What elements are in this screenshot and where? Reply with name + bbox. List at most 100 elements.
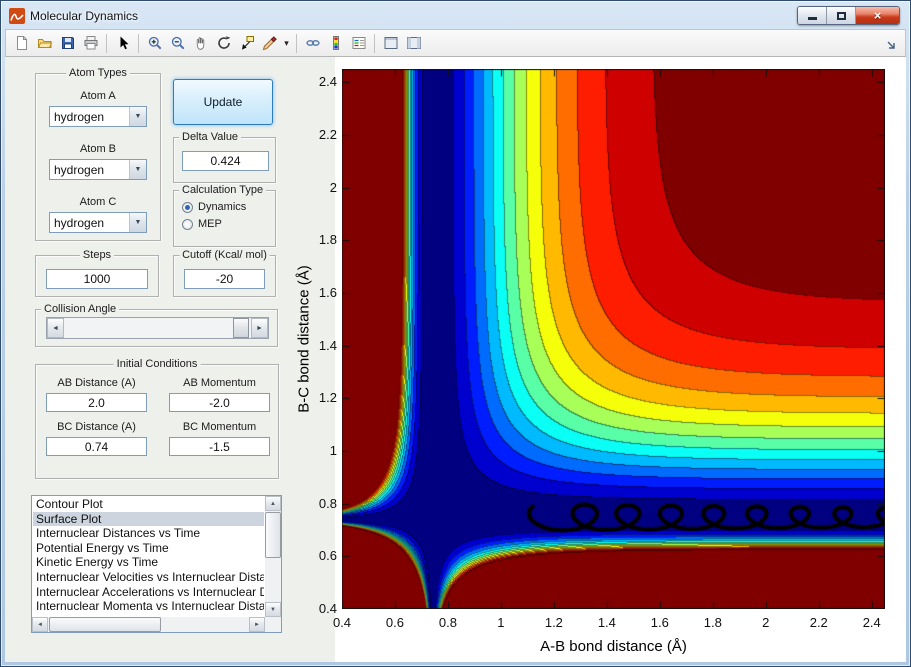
pan-button[interactable] [189,32,212,55]
field-label: AB Momentum [183,377,256,389]
show-plot-tools-button[interactable] [402,32,425,55]
data-cursor-button[interactable] [235,32,258,55]
close-button[interactable]: × [856,7,899,24]
zoom-in-button[interactable] [143,32,166,55]
scroll-down-arrow[interactable]: ▼ [265,602,281,617]
window-title: Molecular Dynamics [30,9,139,23]
rotate-3d-button[interactable] [212,32,235,55]
y-tick-label: 1.2 [318,390,337,406]
field-input[interactable]: 2.0 [46,393,147,412]
radio-selected-icon[interactable] [182,201,193,213]
new-file-button[interactable] [10,32,33,55]
chevron-down-icon[interactable]: ▼ [129,213,146,232]
open-file-button[interactable] [33,32,56,55]
hide-plot-tools-button[interactable] [379,32,402,55]
atom-select[interactable]: hydrogen ▼ [49,106,147,127]
show-plot-tools-icon [406,37,421,49]
vertical-scrollbar-thumb[interactable] [265,512,281,558]
list-item[interactable]: Potential Energy vs Time [33,541,264,556]
field-input[interactable]: 0.74 [46,437,147,456]
zoom-out-button[interactable] [166,32,189,55]
list-item[interactable]: Internuclear Velocities vs Internuclear … [33,570,264,585]
x-tick-label: 1.2 [544,615,563,630]
steps-input[interactable]: 1000 [46,269,148,289]
insert-colorbar-button[interactable] [324,32,347,55]
y-tick-label: 0.4 [318,601,337,616]
initial-condition-field: BC Distance (A) 0.74 [46,421,147,456]
brush-button[interactable] [258,32,281,55]
field-input[interactable]: -1.5 [169,437,270,456]
list-item[interactable]: Surface Plot [33,511,264,527]
collision-angle-title: Collision Angle [41,303,120,315]
x-tick-label: 1.4 [597,615,616,630]
slider-thumb[interactable] [233,318,249,338]
scrollbar-corner [265,617,281,632]
list-item[interactable]: Internuclear Momenta vs Internuclear Dis… [33,599,264,614]
y-tick-label: 1.6 [318,284,337,300]
initial-condition-field: AB Momentum -2.0 [169,377,270,412]
vertical-scrollbar[interactable]: ▲ ▼ [265,496,281,617]
atom-select[interactable]: hydrogen ▼ [49,212,147,233]
insert-legend-button[interactable] [347,32,370,55]
calc-option[interactable]: MEP [182,218,246,230]
y-tick-label: 2.2 [318,126,337,142]
calc-option-label: MEP [198,218,222,230]
list-item[interactable]: Internuclear Distances vs Time [33,526,264,541]
minimize-button[interactable] [798,7,827,24]
delta-value-title: Delta Value [179,131,242,143]
horizontal-scrollbar[interactable]: ◄ ► [32,617,265,632]
print-figure-button[interactable] [79,32,102,55]
dock-arrow-icon [887,41,895,49]
atom-select-value: hydrogen [54,163,105,177]
maximize-button[interactable] [827,7,856,24]
initial-conditions-title: Initial Conditions [113,358,201,370]
atom-select-value: hydrogen [54,110,105,124]
controls-panel: Atom Types Atom Ahydrogen ▼ Atom Bhydrogen… [5,57,335,662]
link-plot-button[interactable] [301,32,324,55]
atom-types-panel: Atom Types Atom Ahydrogen ▼ Atom Bhydrogen… [35,67,161,241]
toolbar-separator [374,33,375,53]
update-button[interactable]: Update [173,79,273,125]
chevron-down-icon[interactable]: ▼ [129,107,146,126]
x-tick-label: 1 [497,615,505,630]
y-tick-label: 2.4 [318,74,337,90]
toolbar-separator [138,33,139,53]
slider-right-arrow[interactable]: ► [251,318,268,338]
y-tick-label: 1 [329,442,337,458]
y-tick-label: 2 [329,179,337,195]
dock-figure-button[interactable] [880,34,903,57]
delta-value-input[interactable]: 0.424 [182,151,269,171]
titlebar[interactable]: Molecular Dynamics × [5,3,906,29]
edit-plot-button[interactable] [111,32,134,55]
horizontal-scrollbar-thumb[interactable] [49,617,161,632]
y-tick-label: 1.8 [318,232,337,248]
list-item[interactable]: Internuclear Accelerations vs Internucle… [33,585,264,600]
atom-label: Atom A [80,90,116,102]
calc-option[interactable]: Dynamics [182,201,246,213]
collision-angle-panel: Collision Angle ◄ ► [35,303,278,347]
contour-canvas[interactable] [342,69,885,609]
rotate-3d-icon [217,36,230,49]
list-item[interactable]: Kinetic Energy vs Time [33,555,264,570]
scroll-left-arrow[interactable]: ◄ [32,617,48,632]
zoom-out-icon [171,36,184,50]
atom-label: Atom B [79,143,117,155]
pan-hand-icon [196,37,204,50]
new-file-icon [16,36,27,50]
save-figure-button[interactable] [56,32,79,55]
cutoff-input[interactable]: -20 [184,269,265,289]
list-item[interactable]: Contour Plot [33,497,264,512]
scroll-up-arrow[interactable]: ▲ [265,496,281,511]
link-chain-icon [305,40,320,46]
contour-plot-axes [342,69,885,609]
scroll-right-arrow[interactable]: ► [249,617,265,632]
brush-menu-button[interactable]: ▾ [281,32,292,55]
chevron-down-icon[interactable]: ▼ [129,160,146,179]
radio-icon[interactable] [182,218,193,230]
atom-select[interactable]: hydrogen ▼ [49,159,147,180]
x-tick-label: 2 [762,615,770,630]
slider-left-arrow[interactable]: ◄ [47,318,64,338]
collision-angle-slider[interactable]: ◄ ► [46,317,269,339]
field-input[interactable]: -2.0 [169,393,270,412]
plot-type-listbox[interactable]: Contour Plot Surface Plot Internuclear Dis… [31,495,282,633]
